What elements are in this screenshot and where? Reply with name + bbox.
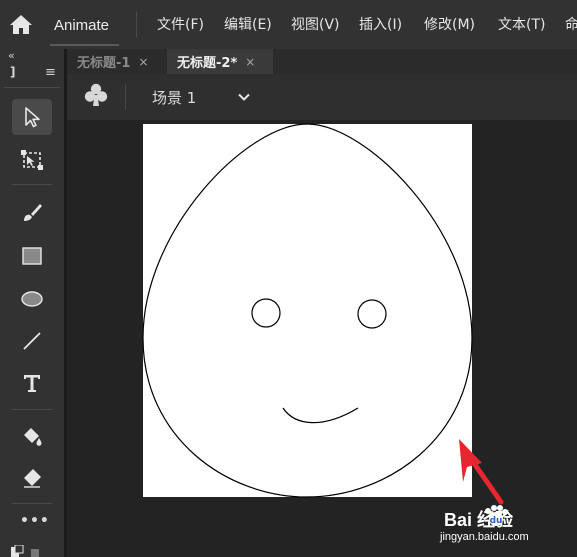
menu-file[interactable]: 文件(F) <box>157 14 204 34</box>
line-tool[interactable] <box>12 323 52 359</box>
tab-label: 无标题-2* <box>177 56 238 71</box>
watermark-url: jingyan.baidu.com <box>440 531 529 543</box>
oval-tool[interactable] <box>12 281 52 317</box>
scene-name[interactable]: 场景 1 <box>152 87 196 108</box>
free-transform-icon <box>21 150 43 170</box>
free-transform-tool[interactable] <box>12 142 52 178</box>
document-tab-bar: 无标题-1 × 无标题-2* × <box>67 49 577 74</box>
line-icon <box>23 332 41 350</box>
tool-panel-label: ] <box>10 65 16 79</box>
stage-document[interactable] <box>143 124 472 497</box>
tool-panel: « ] ≡ ••• <box>0 49 64 557</box>
brush-tool[interactable] <box>12 195 52 231</box>
close-icon[interactable]: × <box>245 55 255 69</box>
close-icon[interactable]: × <box>138 55 148 69</box>
stage-area <box>67 120 577 557</box>
scene-divider <box>125 84 126 110</box>
menu-edit[interactable]: 编辑(E) <box>224 14 272 34</box>
selection-tool[interactable] <box>12 99 52 135</box>
brush-icon <box>24 204 42 221</box>
scene-bar: 场景 1 <box>67 74 577 120</box>
tool-divider <box>12 409 52 410</box>
club-icon[interactable] <box>83 82 109 110</box>
eraser-icon <box>24 469 41 488</box>
menu-modify[interactable]: 修改(M) <box>424 14 475 34</box>
more-tools-button[interactable]: ••• <box>20 513 50 529</box>
rectangle-tool[interactable] <box>12 238 52 274</box>
svg-text:du: du <box>490 516 503 526</box>
oval-icon <box>21 291 43 307</box>
tool-divider <box>12 503 52 504</box>
paw-logo-icon: du <box>485 505 508 526</box>
stage-canvas[interactable] <box>67 120 577 557</box>
menu-insert[interactable]: 插入(I) <box>359 14 402 34</box>
color-swatch-icon[interactable] <box>11 545 41 557</box>
baidu-watermark: Bai 经验 du jingyan.baidu.com <box>440 502 577 557</box>
app-name-tab[interactable]: Animate <box>54 17 109 34</box>
tab-label: 无标题-1 <box>77 56 131 71</box>
tab-untitled-1[interactable]: 无标题-1 × <box>67 49 167 74</box>
panel-divider <box>4 87 60 88</box>
rectangle-icon <box>22 247 42 265</box>
collapse-panel-icon[interactable]: « <box>8 49 15 62</box>
text-tool-icon <box>24 375 40 392</box>
tab-untitled-2[interactable]: 无标题-2* × <box>167 49 273 74</box>
paint-bucket-tool[interactable] <box>12 419 52 455</box>
menu-view[interactable]: 视图(V) <box>291 14 340 34</box>
chevron-down-icon[interactable] <box>235 88 253 106</box>
paint-bucket-icon <box>24 428 42 446</box>
menu-text[interactable]: 文本(T) <box>498 14 545 34</box>
app-tab-underline <box>50 44 119 46</box>
home-icon[interactable] <box>8 12 34 36</box>
menu-divider <box>136 12 137 38</box>
menu-bar: Animate 文件(F) 编辑(E) 视图(V) 插入(I) 修改(M) 文本… <box>0 0 577 49</box>
tool-divider <box>12 184 52 185</box>
eraser-tool[interactable] <box>12 460 52 496</box>
text-tool[interactable] <box>12 365 52 401</box>
selection-arrow-icon <box>25 107 40 128</box>
menu-command[interactable]: 命 <box>565 14 577 34</box>
panel-menu-icon[interactable]: ≡ <box>45 65 56 80</box>
